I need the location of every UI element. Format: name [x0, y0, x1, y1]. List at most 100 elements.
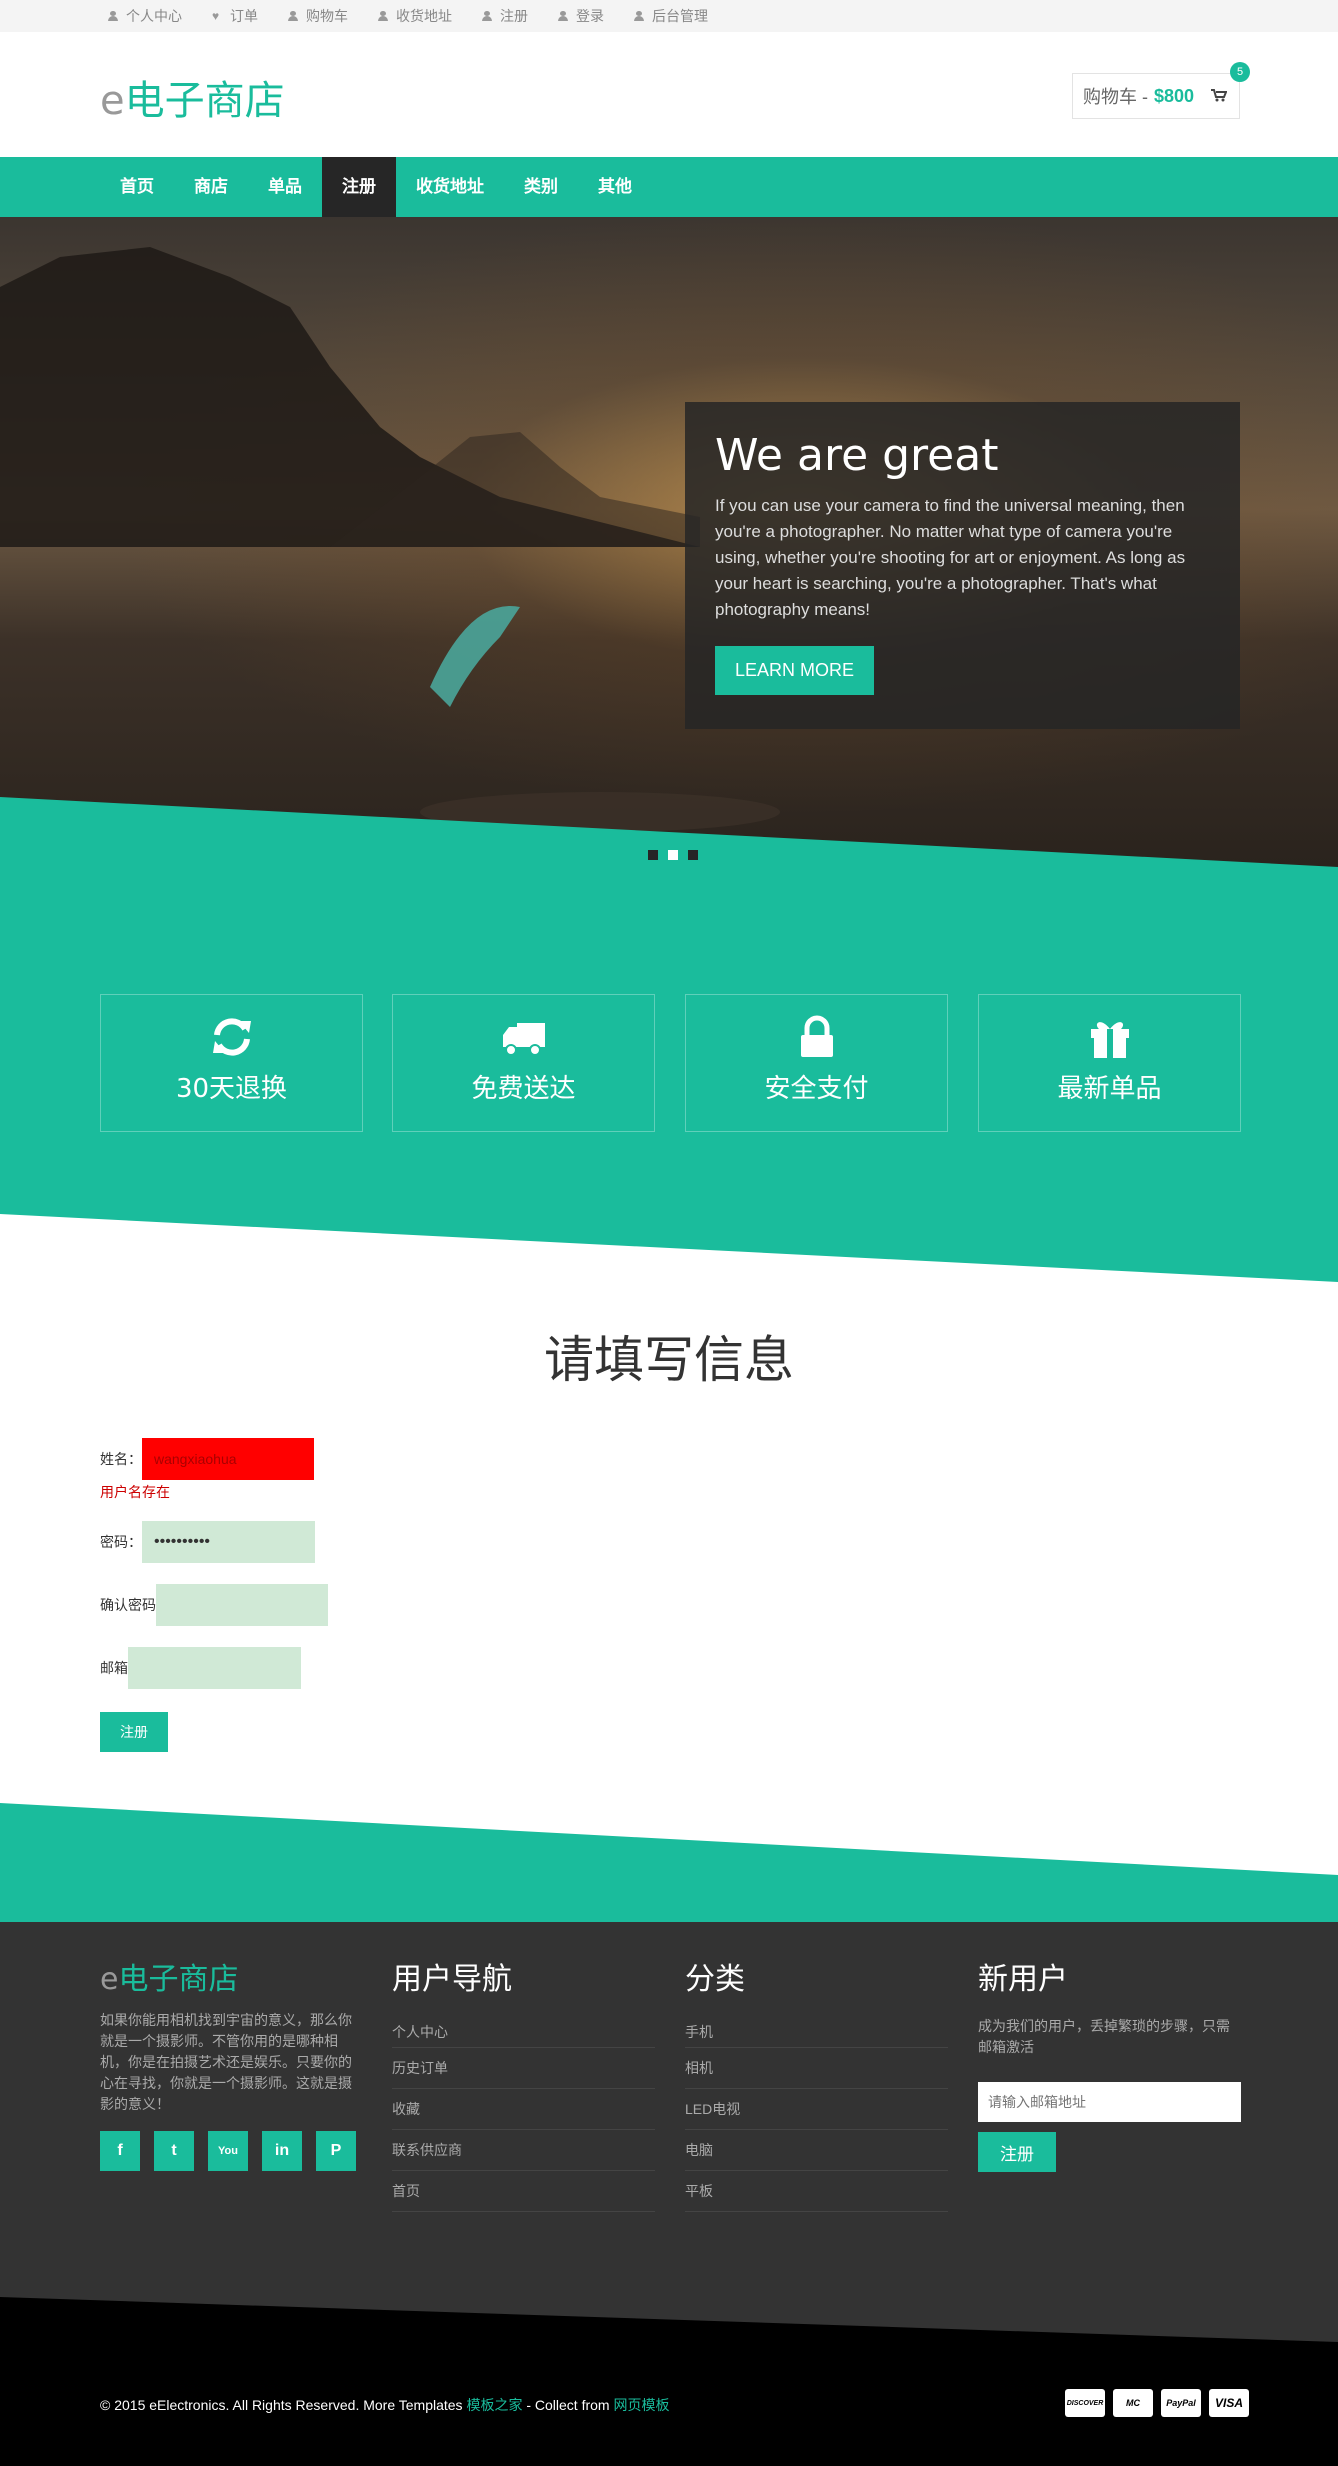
topbar-link-login[interactable]: 登录 — [558, 0, 604, 32]
learn-more-button[interactable]: LEARN MORE — [715, 646, 875, 695]
footer-category-link[interactable]: 相机 — [685, 2048, 948, 2089]
user-icon — [558, 11, 568, 21]
hero-title: We are great — [715, 430, 999, 481]
footer-category-link[interactable]: 电脑 — [685, 2130, 948, 2171]
paypal-icon: PayPal — [1161, 2389, 1201, 2417]
mastercard-icon: MC — [1113, 2389, 1153, 2417]
prefooter-background — [0, 1803, 1338, 1922]
footer-nav-link[interactable]: 收藏 — [392, 2089, 655, 2130]
nav-item-category[interactable]: 类别 — [504, 157, 578, 217]
gift-icon — [1090, 1022, 1129, 1058]
hero-caption-box: We are great If you can use your camera … — [685, 402, 1240, 729]
heart-icon: ♥ — [212, 9, 220, 23]
name-label: 姓名： — [100, 1451, 142, 1467]
topbar-link-address[interactable]: 收货地址 — [378, 0, 452, 32]
nav-item-shop[interactable]: 商店 — [174, 157, 248, 217]
payment-cards: DISCOVER MC PayPal VISA — [1065, 2389, 1249, 2417]
twitter-icon[interactable]: t — [154, 2131, 194, 2171]
footer-nav-link[interactable]: 联系供应商 — [392, 2130, 655, 2171]
footer-nav-link[interactable]: 首页 — [392, 2171, 655, 2212]
social-links: f t You in P — [100, 2131, 356, 2171]
email-input[interactable] — [128, 1647, 301, 1689]
confirm-password-input[interactable] — [156, 1584, 328, 1626]
user-icon — [288, 11, 298, 21]
shopping-cart-icon — [1211, 89, 1227, 102]
lock-icon — [800, 1015, 833, 1057]
cart-amount: $800 — [1154, 85, 1195, 106]
newsletter-email-input[interactable] — [978, 2082, 1241, 2122]
topbar-link-orders[interactable]: ♥ 订单 — [212, 0, 258, 32]
newsletter-register-button[interactable]: 注册 — [978, 2132, 1056, 2172]
slider-dots — [648, 850, 698, 860]
cart-button[interactable]: 购物车 - $800 — [1072, 73, 1240, 119]
youtube-icon[interactable]: You — [208, 2131, 248, 2171]
password-input[interactable] — [142, 1521, 315, 1563]
copyright: © 2015 eElectronics. All Rights Reserved… — [100, 2397, 670, 2413]
feature-secure-payment: 安全支付 — [685, 994, 948, 1132]
footer-nav-link[interactable]: 个人中心 — [392, 2016, 655, 2048]
name-input[interactable] — [142, 1438, 314, 1480]
user-icon — [378, 11, 388, 21]
footer-newsletter: 新用户 成为我们的用户，丢掉繁琐的步骤，只需邮箱激活 注册 — [978, 1954, 1241, 2172]
discover-card-icon: DISCOVER — [1065, 2389, 1105, 2417]
cart-label: 购物车 - — [1083, 87, 1148, 107]
email-label: 邮箱 — [100, 1660, 128, 1676]
footer-category-link[interactable]: 手机 — [685, 2016, 948, 2048]
footer-category-link[interactable]: LED电视 — [685, 2089, 948, 2130]
visa-icon: VISA — [1209, 2389, 1249, 2417]
topbar-link-admin[interactable]: 后台管理 — [634, 0, 708, 32]
footer-categories-title: 分类 — [685, 1962, 745, 1997]
nav-item-single[interactable]: 单品 — [248, 157, 322, 217]
feature-returns: 30天退换 — [100, 994, 363, 1132]
confirm-password-row: 确认密码 — [100, 1584, 328, 1626]
topbar-link-register[interactable]: 注册 — [482, 0, 528, 32]
hero-text: If you can use your camera to find the u… — [715, 496, 1186, 619]
footer-description: 如果你能用相机找到宇宙的意义，那么你就是一个摄影师。不管你用的是哪种相机，你是在… — [100, 2012, 352, 2112]
templates-link[interactable]: 模板之家 — [466, 2397, 522, 2413]
name-error-message: 用户名存在 — [100, 1484, 170, 1500]
name-row: 姓名： — [100, 1438, 314, 1480]
truck-icon — [502, 1023, 545, 1056]
hero-slider: We are great If you can use your camera … — [0, 217, 1338, 867]
bottom-slant — [0, 2262, 1338, 2342]
slider-dot-3[interactable] — [688, 850, 698, 860]
user-icon — [634, 11, 644, 21]
email-row: 邮箱 — [100, 1647, 301, 1689]
nav-item-register[interactable]: 注册 — [322, 157, 396, 217]
main-nav: 首页 商店 单品 注册 收货地址 类别 其他 — [0, 157, 1338, 217]
footer-logo[interactable]: e电子商店 — [100, 1954, 356, 1998]
feature-new-products: 最新单品 — [978, 994, 1241, 1132]
confirm-password-label: 确认密码 — [100, 1597, 156, 1613]
form-title: 请填写信息 — [544, 1331, 794, 1389]
register-submit-button[interactable]: 注册 — [100, 1712, 168, 1752]
footer-nav-link[interactable]: 历史订单 — [392, 2048, 655, 2089]
slider-dot-1[interactable] — [648, 850, 658, 860]
topbar-link-cart[interactable]: 购物车 — [288, 0, 348, 32]
site-logo[interactable]: e电子商店 — [100, 68, 285, 126]
cart-count-badge: 5 — [1230, 62, 1250, 82]
topbar-link-profile[interactable]: 个人中心 — [108, 0, 182, 32]
user-icon — [482, 11, 492, 21]
bottom-bar: © 2015 eElectronics. All Rights Reserved… — [0, 2262, 1338, 2466]
password-row: 密码： — [100, 1521, 315, 1563]
site-header: e电子商店 购物车 - $800 — [0, 32, 1338, 157]
site-footer: e电子商店 如果你能用相机找到宇宙的意义，那么你就是一个摄影师。不管你用的是哪种… — [0, 1922, 1338, 2262]
nav-item-address[interactable]: 收货地址 — [396, 157, 504, 217]
footer-newsletter-title: 新用户 — [978, 1962, 1068, 1997]
feature-free-delivery: 免费送达 — [392, 994, 655, 1132]
facebook-icon[interactable]: f — [100, 2131, 140, 2171]
password-label: 密码： — [100, 1534, 142, 1550]
nav-item-other[interactable]: 其他 — [578, 157, 652, 217]
footer-category-link[interactable]: 平板 — [685, 2171, 948, 2212]
top-bar: 个人中心 ♥ 订单 购物车 收货地址 注册 登录 后台管理 — [0, 0, 1338, 32]
user-icon — [108, 11, 118, 21]
web-templates-link[interactable]: 网页模板 — [613, 2397, 669, 2413]
pinterest-icon[interactable]: P — [316, 2131, 356, 2171]
nav-item-home[interactable]: 首页 — [100, 157, 174, 217]
slider-dot-2[interactable] — [668, 850, 678, 860]
linkedin-icon[interactable]: in — [262, 2131, 302, 2171]
footer-newsletter-description: 成为我们的用户，丢掉繁琐的步骤，只需邮箱激活 — [978, 2018, 1230, 2055]
features-section: 30天退换 免费送达 安全支付 最新单品 — [0, 867, 1338, 1287]
refresh-icon — [212, 1018, 251, 1056]
footer-user-nav: 用户导航 个人中心 历史订单 收藏 联系供应商 首页 — [392, 1954, 655, 2212]
